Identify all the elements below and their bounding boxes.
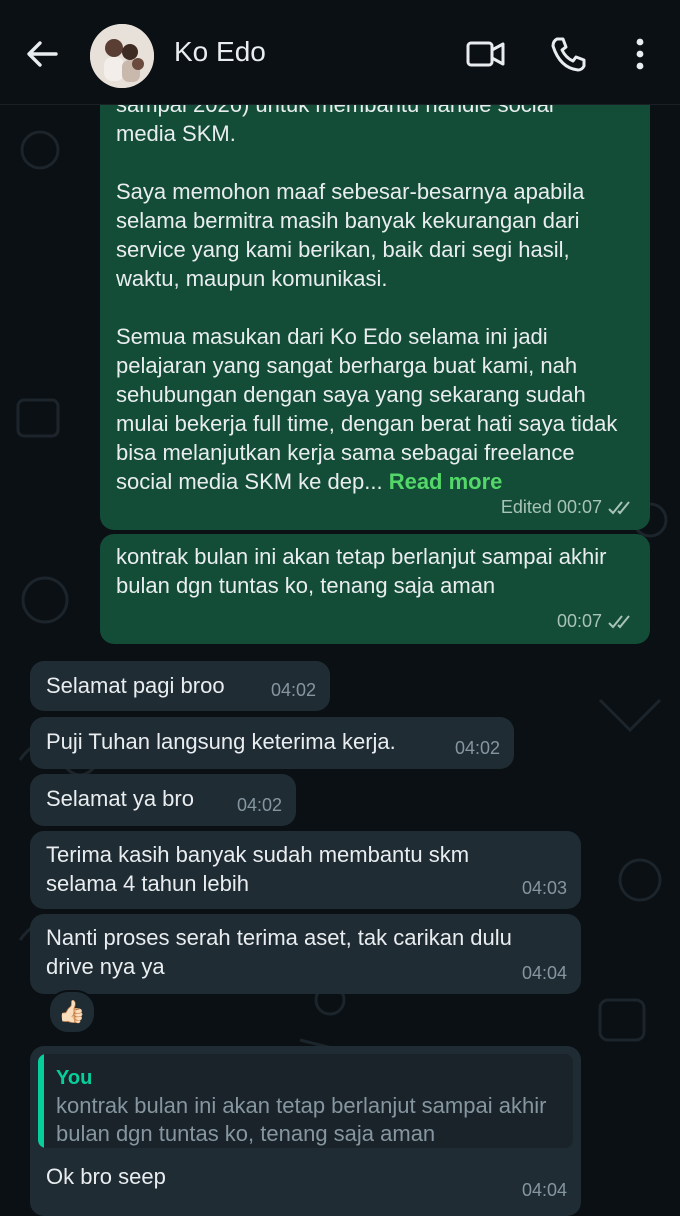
message-line: media SKM. <box>116 121 236 146</box>
message-text: Selamat pagi broo <box>46 673 225 698</box>
message-meta: 00:07 <box>557 607 634 636</box>
read-more-link[interactable]: Read more <box>389 469 503 494</box>
message-time: 00:07 <box>556 611 602 631</box>
avatar-photo <box>90 24 154 88</box>
more-vert-icon[interactable] <box>620 34 660 74</box>
message-time: 04:03 <box>521 878 567 898</box>
back-arrow-icon[interactable] <box>22 34 62 74</box>
message-paragraph-text: Semua masukan dari Ko Edo selama ini jad… <box>116 324 618 494</box>
contact-name[interactable]: Ko Edo <box>174 36 266 68</box>
incoming-message[interactable]: Selamat pagi broo 04:02 <box>30 661 330 711</box>
message-body: sampai 2026) untuk membantu handle socia… <box>116 90 636 496</box>
thumbs-up-icon: 👍🏻 <box>58 999 86 1024</box>
outgoing-message-long[interactable]: sampai 2026) untuk membantu handle socia… <box>100 60 650 530</box>
message-text: kontrak bulan ini akan tetap berlanjut s… <box>116 544 607 598</box>
quote-author: You <box>56 1067 93 1089</box>
message-time: 04:04 <box>521 963 567 983</box>
incoming-reply-message[interactable]: You kontrak bulan ini akan tetap berlanj… <box>30 1046 581 1216</box>
message-text: Ok bro seep <box>46 1164 166 1189</box>
message-text: Terima kasih banyak sudah membantu skm s… <box>46 842 470 896</box>
double-check-icon <box>608 500 630 514</box>
message-paragraph: Saya memohon maaf sebesar-besarnya apabi… <box>116 179 585 291</box>
double-check-icon <box>608 614 630 628</box>
incoming-message[interactable]: Puji Tuhan langsung keterima kerja. 04:0… <box>30 717 514 769</box>
message-paragraph: Semua masukan dari Ko Edo selama ini jad… <box>116 322 636 496</box>
quote-text: kontrak bulan ini akan tetap berlanjut s… <box>56 1093 547 1146</box>
outgoing-message[interactable]: kontrak bulan ini akan tetap berlanjut s… <box>100 534 650 644</box>
message-text: Selamat ya bro <box>46 786 194 811</box>
message-time: 04:04 <box>521 1180 567 1200</box>
quoted-message[interactable]: You kontrak bulan ini akan tetap berlanj… <box>38 1054 573 1148</box>
message-text: Nanti proses serah terima aset, tak cari… <box>46 925 512 979</box>
message-text: Puji Tuhan langsung keterima kerja. <box>46 729 396 754</box>
message-time: Edited 00:07 <box>500 497 602 517</box>
quote-accent-bar <box>38 1054 44 1148</box>
chat-header: Ko Edo <box>0 0 680 104</box>
video-call-icon[interactable] <box>466 34 506 74</box>
incoming-message[interactable]: Terima kasih banyak sudah membantu skm s… <box>30 831 581 909</box>
message-time: 04:02 <box>454 738 500 758</box>
incoming-message[interactable]: Selamat ya bro 04:02 <box>30 774 296 826</box>
reaction-badge[interactable]: 👍🏻 <box>48 990 96 1034</box>
message-time: 04:02 <box>236 795 282 815</box>
contact-avatar[interactable] <box>90 24 154 88</box>
message-time: 04:02 <box>270 680 316 700</box>
message-meta: Edited 00:07 <box>501 493 634 522</box>
phone-icon[interactable] <box>548 34 588 74</box>
incoming-message[interactable]: Nanti proses serah terima aset, tak cari… <box>30 914 581 994</box>
